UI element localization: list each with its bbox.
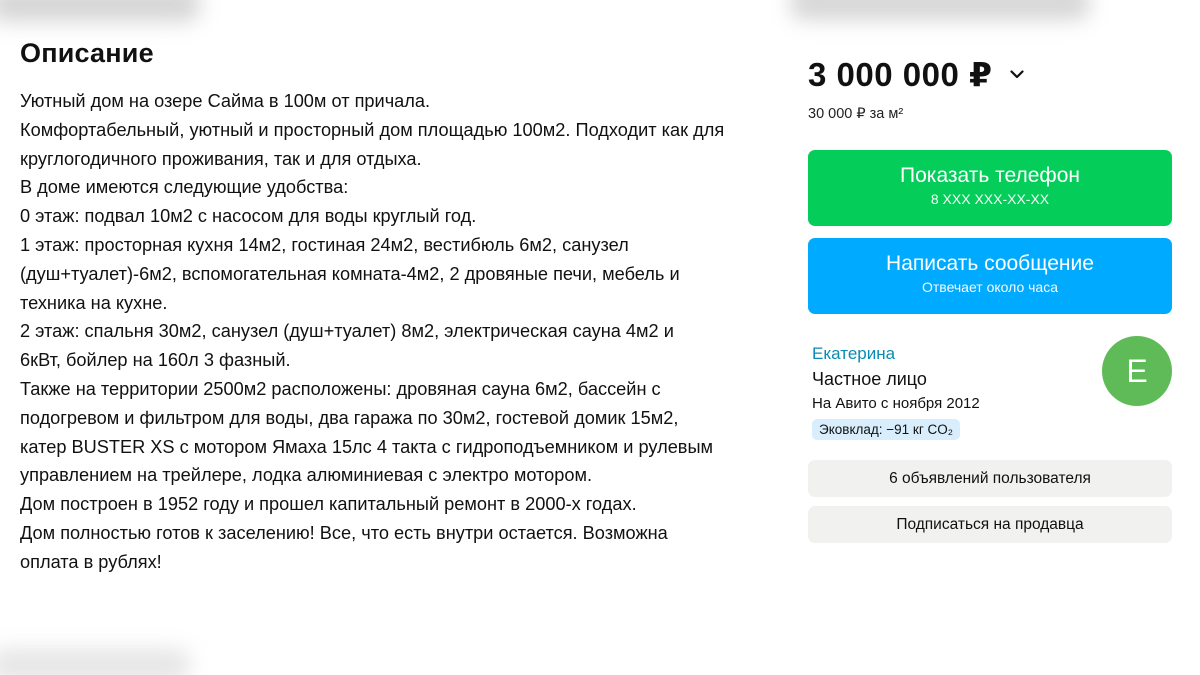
subscribe-seller-button[interactable]: Подписаться на продавца: [808, 506, 1172, 543]
sidebar: 3 000 000 ₽ 30 000 ₽ за м² Показать теле…: [808, 52, 1172, 543]
description-line: 6кВт, бойлер на 160л 3 фазный.: [20, 350, 291, 371]
seller-card: Екатерина Частное лицо На Авито с ноября…: [808, 336, 1172, 450]
blurred-edge-top-left: [0, 0, 200, 22]
description-line: 0 этаж: подвал 10м2 с насосом для воды к…: [20, 206, 477, 227]
description-line: подогревом и фильтром для воды, два гара…: [20, 407, 679, 428]
blurred-edge-top-right: [790, 0, 1090, 20]
description-line: оплата в рублях!: [20, 551, 162, 572]
description-line: В доме имеются следующие удобства:: [20, 177, 349, 198]
description-line: Комфортабельный, уютный и просторный дом…: [20, 119, 725, 140]
eco-contribution-badge[interactable]: Эковклад: −91 кг CO₂: [812, 419, 960, 440]
chevron-down-icon[interactable]: [1008, 65, 1026, 83]
show-phone-label: Показать телефон: [900, 164, 1080, 187]
price-row[interactable]: 3 000 000 ₽: [808, 52, 1172, 96]
description-line: катер BUSTER XS с мотором Ямаха 15лс 4 т…: [20, 436, 714, 457]
blurred-edge-bottom-left: [0, 648, 190, 675]
description-section: Описание Уютный дом на озере Сайма в 100…: [20, 38, 780, 577]
description-line: Дом полностью готов к заселению! Все, чт…: [20, 522, 668, 543]
response-time-note: Отвечает около часа: [921, 279, 1059, 295]
description-line: 1 этаж: просторная кухня 14м2, гостиная …: [20, 234, 629, 255]
description-line: управлением на трейлере, лодка алюминиев…: [20, 465, 593, 486]
avatar[interactable]: Е: [1102, 336, 1172, 406]
listing-page: Описание Уютный дом на озере Сайма в 100…: [0, 0, 1200, 675]
price-per-square-meter: 30 000 ₽ за м²: [808, 106, 904, 122]
description-line: 2 этаж: спальня 30м2, санузел (душ+туале…: [20, 321, 674, 342]
description-text: Уютный дом на озере Сайма в 100м от прич…: [20, 87, 780, 577]
show-phone-button[interactable]: Показать телефон 8 XXX XXX-XX-XX: [808, 150, 1172, 226]
description-line: (душ+туалет)-6м2, вспомогательная комнат…: [20, 263, 680, 284]
description-line: круглогодичного проживания, так и для от…: [20, 148, 422, 169]
description-line: техника на кухне.: [20, 292, 168, 313]
write-message-label: Написать сообщение: [886, 252, 1094, 275]
description-line: Также на территории 2500м2 расположены: …: [20, 378, 661, 399]
description-title: Описание: [20, 38, 154, 68]
user-ads-button[interactable]: 6 объявлений пользователя: [808, 460, 1172, 497]
masked-phone-number: 8 XXX XXX-XX-XX: [930, 191, 1050, 207]
price: 3 000 000 ₽: [808, 55, 993, 93]
description-line: Дом построен в 1952 году и прошел капита…: [20, 494, 637, 515]
description-line: Уютный дом на озере Сайма в 100м от прич…: [20, 91, 431, 111]
write-message-button[interactable]: Написать сообщение Отвечает около часа: [808, 238, 1172, 314]
